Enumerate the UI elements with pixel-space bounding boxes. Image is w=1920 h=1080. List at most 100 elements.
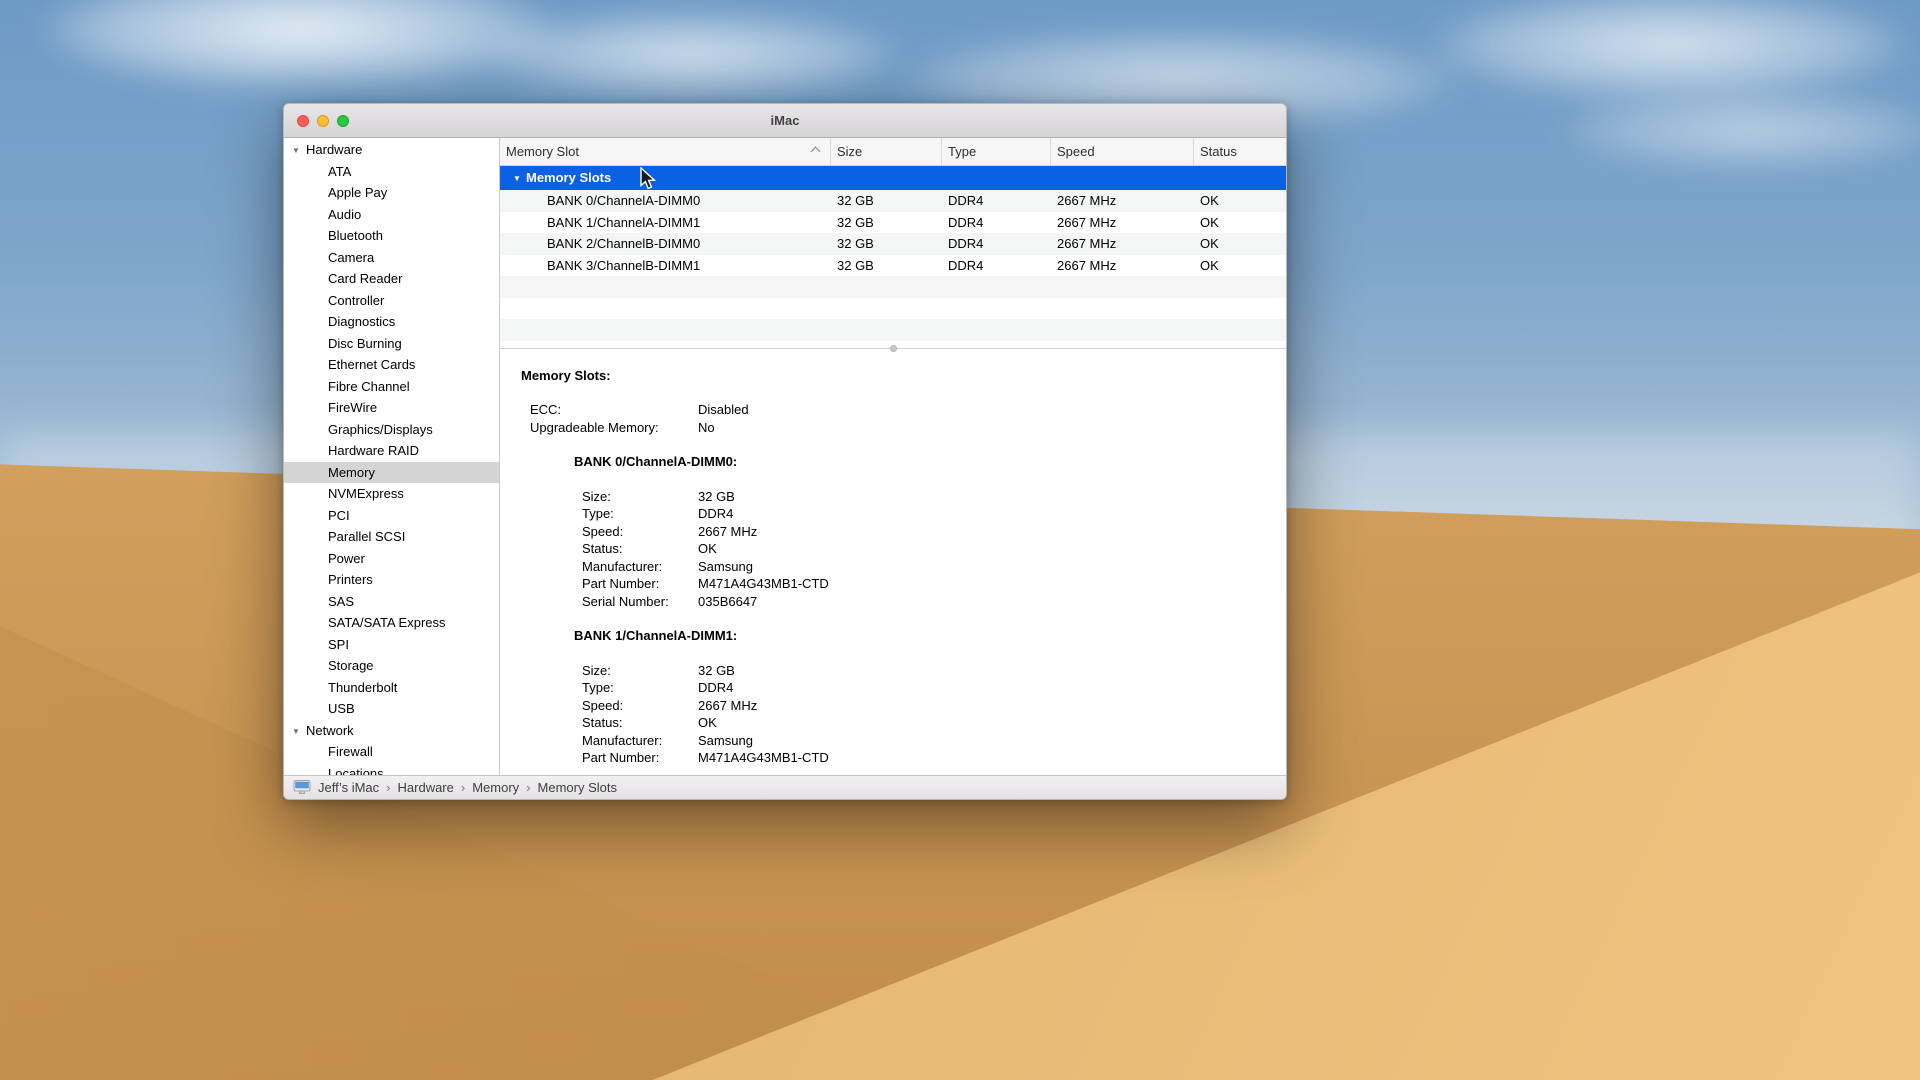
sidebar-item-graphics-displays[interactable]: Graphics/Displays bbox=[284, 419, 499, 441]
sidebar-item-power[interactable]: Power bbox=[284, 548, 499, 570]
sidebar-item-ata[interactable]: ATA bbox=[284, 161, 499, 183]
cell-speed: 2667 MHz bbox=[1057, 193, 1117, 208]
sidebar-item-storage[interactable]: Storage bbox=[284, 655, 499, 677]
field-value: OK bbox=[698, 715, 717, 730]
field-value: 035B6647 bbox=[698, 593, 758, 609]
sidebar-item-sas[interactable]: SAS bbox=[284, 591, 499, 613]
sidebar-item-memory[interactable]: Memory bbox=[284, 461, 499, 483]
table-header: Memory Slot Size Type Speed Status bbox=[500, 138, 1286, 166]
table-row-bank0[interactable]: BANK 0/ChannelA-DIMM0 32 GB DDR4 2667 MH… bbox=[500, 190, 1286, 212]
path-item-hardware: Hardware bbox=[397, 780, 454, 795]
cell-slot: BANK 3/ChannelB-DIMM1 bbox=[547, 257, 701, 273]
cell-status: OK bbox=[1200, 214, 1219, 230]
field-label: ECC: bbox=[530, 402, 562, 417]
disclosure-triangle-icon[interactable]: ▼ bbox=[292, 140, 306, 162]
cell-slot: BANK 2/ChannelB-DIMM0 bbox=[547, 236, 701, 251]
field-label: Speed: bbox=[582, 523, 624, 539]
bank-section-1: BANK 1/ChannelA-DIMM1: Size: 32 GB Type: D… bbox=[521, 627, 1286, 767]
field-label: Serial Number: bbox=[582, 593, 669, 609]
table-row-bank3[interactable]: BANK 3/ChannelB-DIMM1 32 GB DDR4 2667 MH… bbox=[500, 255, 1286, 277]
column-label: Status bbox=[1200, 144, 1237, 159]
sidebar-item-card-reader[interactable]: Card Reader bbox=[284, 268, 499, 290]
cloud bbox=[1560, 90, 1920, 170]
sidebar-item-apple-pay[interactable]: Apple Pay bbox=[284, 182, 499, 204]
cell-slot: BANK 0/ChannelA-DIMM0 bbox=[547, 193, 701, 208]
main-pane: Memory Slot Size Type Speed Status ▼ Memo… bbox=[500, 138, 1286, 775]
sidebar-item-firewall[interactable]: Firewall bbox=[284, 741, 499, 763]
field-label: Upgradeable Memory: bbox=[530, 419, 659, 435]
cell-status: OK bbox=[1200, 193, 1219, 208]
field-value: 32 GB bbox=[698, 662, 735, 678]
column-header-type[interactable]: Type bbox=[942, 138, 1051, 165]
table-row-bank1[interactable]: BANK 1/ChannelA-DIMM1 32 GB DDR4 2667 MH… bbox=[500, 212, 1286, 234]
sidebar-item-bluetooth[interactable]: Bluetooth bbox=[284, 225, 499, 247]
cell-slot: BANK 1/ChannelA-DIMM1 bbox=[547, 214, 701, 230]
sidebar-item-pci[interactable]: PCI bbox=[284, 505, 499, 527]
column-header-status[interactable]: Status bbox=[1194, 138, 1286, 165]
desktop[interactable]: iMac ▼ Hardware ATA Apple Pay Audio Bluet… bbox=[0, 0, 1920, 1080]
column-header-size[interactable]: Size bbox=[831, 138, 942, 165]
sidebar-item-controller[interactable]: Controller bbox=[284, 290, 499, 312]
sidebar-item-thunderbolt[interactable]: Thunderbolt bbox=[284, 677, 499, 699]
detail-field: Serial Number: 035B6647 bbox=[521, 593, 1286, 611]
column-header-speed[interactable]: Speed bbox=[1051, 138, 1194, 165]
detail-field: Upgradeable Memory: No bbox=[521, 419, 1286, 437]
imac-icon bbox=[293, 780, 311, 795]
field-label: Status: bbox=[582, 541, 623, 556]
empty-row bbox=[500, 298, 1286, 320]
sidebar-item-disc-burning[interactable]: Disc Burning bbox=[284, 333, 499, 355]
field-value: M471A4G43MB1-CTD bbox=[698, 750, 829, 765]
disclosure-triangle-icon[interactable]: ▼ bbox=[513, 167, 526, 190]
pane-splitter[interactable] bbox=[500, 344, 1286, 352]
bank-section-0: BANK 0/ChannelA-DIMM0: Size: 32 GB Type: D… bbox=[521, 453, 1286, 610]
sidebar-item-printers[interactable]: Printers bbox=[284, 569, 499, 591]
detail-field: Part Number: M471A4G43MB1-CTD bbox=[521, 575, 1286, 593]
table-row-memory-slots-group[interactable]: ▼ Memory Slots bbox=[500, 166, 1286, 190]
sidebar-item-spi[interactable]: SPI bbox=[284, 634, 499, 656]
cell-status: OK bbox=[1200, 236, 1219, 251]
sidebar-item-sata-sata-express[interactable]: SATA/SATA Express bbox=[284, 612, 499, 634]
cloud bbox=[480, 10, 900, 100]
mouse-cursor bbox=[640, 167, 657, 190]
field-value: 2667 MHz bbox=[698, 523, 758, 539]
sidebar-item-ethernet-cards[interactable]: Ethernet Cards bbox=[284, 354, 499, 376]
system-information-window: iMac ▼ Hardware ATA Apple Pay Audio Bluet… bbox=[283, 103, 1287, 800]
sidebar-item-firewire[interactable]: FireWire bbox=[284, 397, 499, 419]
field-label: Type: bbox=[582, 680, 614, 695]
sidebar-item-usb[interactable]: USB bbox=[284, 698, 499, 720]
sidebar-item-hardware-raid[interactable]: Hardware RAID bbox=[284, 440, 499, 462]
path-item-computer: Jeff’s iMac bbox=[318, 780, 380, 795]
sidebar-item-parallel-scsi[interactable]: Parallel SCSI bbox=[284, 526, 499, 548]
details-heading: Memory Slots: bbox=[521, 367, 611, 383]
table-row-bank2[interactable]: BANK 2/ChannelB-DIMM0 32 GB DDR4 2667 MH… bbox=[500, 233, 1286, 255]
cell-size: 32 GB bbox=[837, 193, 874, 208]
detail-field: Manufacturer: Samsung bbox=[521, 732, 1286, 750]
sidebar-item-camera[interactable]: Camera bbox=[284, 247, 499, 269]
splitter-handle-icon[interactable] bbox=[890, 344, 897, 352]
detail-field: Part Number: M471A4G43MB1-CTD bbox=[521, 749, 1286, 767]
cell-size: 32 GB bbox=[837, 257, 874, 273]
disclosure-triangle-icon[interactable]: ▼ bbox=[292, 721, 306, 743]
field-label: Size: bbox=[582, 662, 611, 678]
bank-heading: BANK 0/ChannelA-DIMM0: bbox=[574, 454, 738, 469]
sidebar-item-diagnostics[interactable]: Diagnostics bbox=[284, 311, 499, 333]
field-value: 2667 MHz bbox=[698, 697, 758, 713]
detail-field: Size: 32 GB bbox=[521, 662, 1286, 680]
sidebar-item-audio[interactable]: Audio bbox=[284, 204, 499, 226]
detail-field: Speed: 2667 MHz bbox=[521, 697, 1286, 715]
field-label: Manufacturer: bbox=[582, 732, 663, 748]
path-separator: › bbox=[386, 780, 391, 795]
cell-size: 32 GB bbox=[837, 236, 874, 251]
window-titlebar[interactable]: iMac bbox=[284, 104, 1286, 138]
sidebar-section-network[interactable]: ▼ Network bbox=[284, 720, 499, 742]
cloud bbox=[40, 0, 560, 90]
cell-speed: 2667 MHz bbox=[1057, 257, 1117, 273]
field-label: Status: bbox=[582, 715, 623, 730]
cell-speed: 2667 MHz bbox=[1057, 236, 1117, 251]
sidebar-item-locations[interactable]: Locations bbox=[284, 763, 499, 776]
field-label: Part Number: bbox=[582, 576, 660, 591]
sidebar-item-fibre-channel[interactable]: Fibre Channel bbox=[284, 376, 499, 398]
sidebar-item-nvmexpress[interactable]: NVMExpress bbox=[284, 483, 499, 505]
column-header-memory-slot[interactable]: Memory Slot bbox=[500, 138, 831, 165]
sidebar-section-hardware[interactable]: ▼ Hardware bbox=[284, 139, 499, 161]
